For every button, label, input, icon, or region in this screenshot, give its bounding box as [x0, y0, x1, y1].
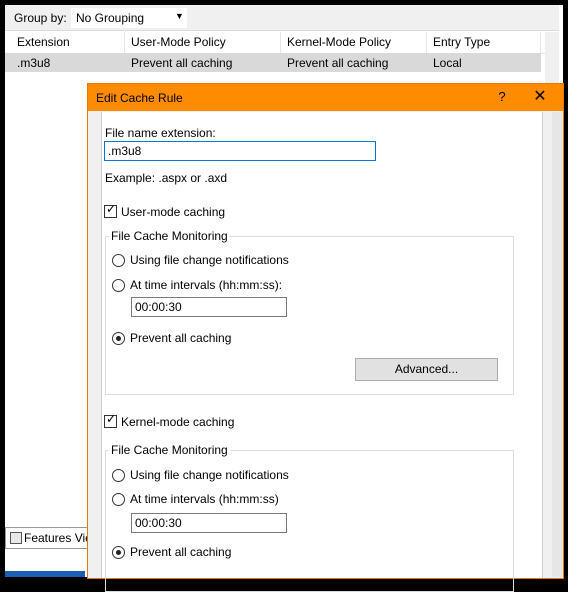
group-by-label: Group by:: [14, 11, 67, 25]
kernel-mode-prevent-label: Prevent all caching: [130, 545, 232, 559]
close-button[interactable]: ✕: [528, 87, 552, 109]
user-mode-prevent-radio[interactable]: [112, 332, 125, 345]
kernel-mode-label: Kernel-mode caching: [121, 415, 235, 429]
file-extension-input[interactable]: [104, 141, 376, 161]
group-by-bar: Group by: No Grouping ▼: [5, 5, 559, 31]
user-mode-label: User-mode caching: [121, 205, 226, 219]
edit-cache-rule-dialog: Edit Cache Rule ? ✕ File name extension:…: [87, 83, 564, 592]
column-divider[interactable]: [280, 32, 281, 53]
column-header-extension[interactable]: Extension: [17, 35, 70, 49]
column-header-kernel-mode-policy[interactable]: Kernel-Mode Policy: [287, 35, 391, 49]
kernel-mode-group-title: File Cache Monitoring: [109, 443, 230, 457]
cell-extension: .m3u8: [17, 56, 51, 70]
column-header-entry-type[interactable]: Entry Type: [433, 35, 490, 49]
kernel-mode-prevent-radio[interactable]: [112, 546, 125, 559]
kernel-mode-notifications-label: Using file change notifications: [130, 468, 289, 482]
kernel-mode-intervals-radio[interactable]: [112, 493, 125, 506]
radio-selected-dot: [116, 550, 121, 555]
dialog-content: File name extension: Example: .aspx or .…: [101, 112, 543, 592]
column-divider[interactable]: [426, 32, 427, 53]
user-mode-notifications-radio[interactable]: [112, 254, 125, 267]
column-divider[interactable]: [124, 32, 125, 53]
group-by-value: No Grouping: [76, 11, 145, 25]
kernel-mode-intervals-label: At time intervals (hh:mm:ss): [130, 492, 279, 506]
column-divider[interactable]: [540, 32, 541, 53]
advanced-button[interactable]: Advanced...: [355, 358, 498, 381]
file-extension-label: File name extension:: [105, 126, 216, 140]
table-header: Extension User-Mode Policy Kernel-Mode P…: [5, 32, 545, 54]
kernel-mode-notifications-radio[interactable]: [112, 469, 125, 482]
user-mode-intervals-radio[interactable]: [112, 279, 125, 292]
features-view-icon: [10, 532, 22, 544]
cell-user-mode-policy: Prevent all caching: [131, 56, 233, 70]
dialog-title: Edit Cache Rule: [96, 91, 183, 105]
cell-entry-type: Local: [433, 56, 462, 70]
radio-selected-dot: [116, 336, 121, 341]
dialog-title-bar[interactable]: Edit Cache Rule ? ✕: [88, 84, 563, 111]
user-mode-group-title: File Cache Monitoring: [109, 229, 230, 243]
example-text: Example: .aspx or .axd: [105, 171, 228, 185]
help-button[interactable]: ?: [492, 88, 512, 108]
user-mode-intervals-label: At time intervals (hh:mm:ss):: [130, 278, 283, 292]
group-by-select[interactable]: No Grouping ▼: [71, 8, 187, 28]
chevron-down-icon: ▼: [175, 11, 184, 21]
column-header-user-mode-policy[interactable]: User-Mode Policy: [131, 35, 226, 49]
kernel-mode-interval-input[interactable]: [131, 513, 287, 533]
user-mode-notifications-label: Using file change notifications: [130, 253, 289, 267]
status-strip: [5, 571, 85, 577]
kernel-mode-checkbox[interactable]: ✓: [104, 412, 117, 428]
user-mode-interval-input[interactable]: [131, 297, 287, 317]
features-view-tab[interactable]: Features View: [5, 527, 100, 549]
table-row[interactable]: .m3u8 Prevent all caching Prevent all ca…: [5, 53, 541, 72]
cell-kernel-mode-policy: Prevent all caching: [287, 56, 389, 70]
checkmark-icon: ✓: [106, 202, 117, 216]
user-mode-checkbox[interactable]: ✓: [104, 202, 117, 218]
dialog-scrollbar[interactable]: [552, 112, 562, 577]
checkmark-icon: ✓: [106, 412, 117, 426]
user-mode-prevent-label: Prevent all caching: [130, 331, 232, 345]
